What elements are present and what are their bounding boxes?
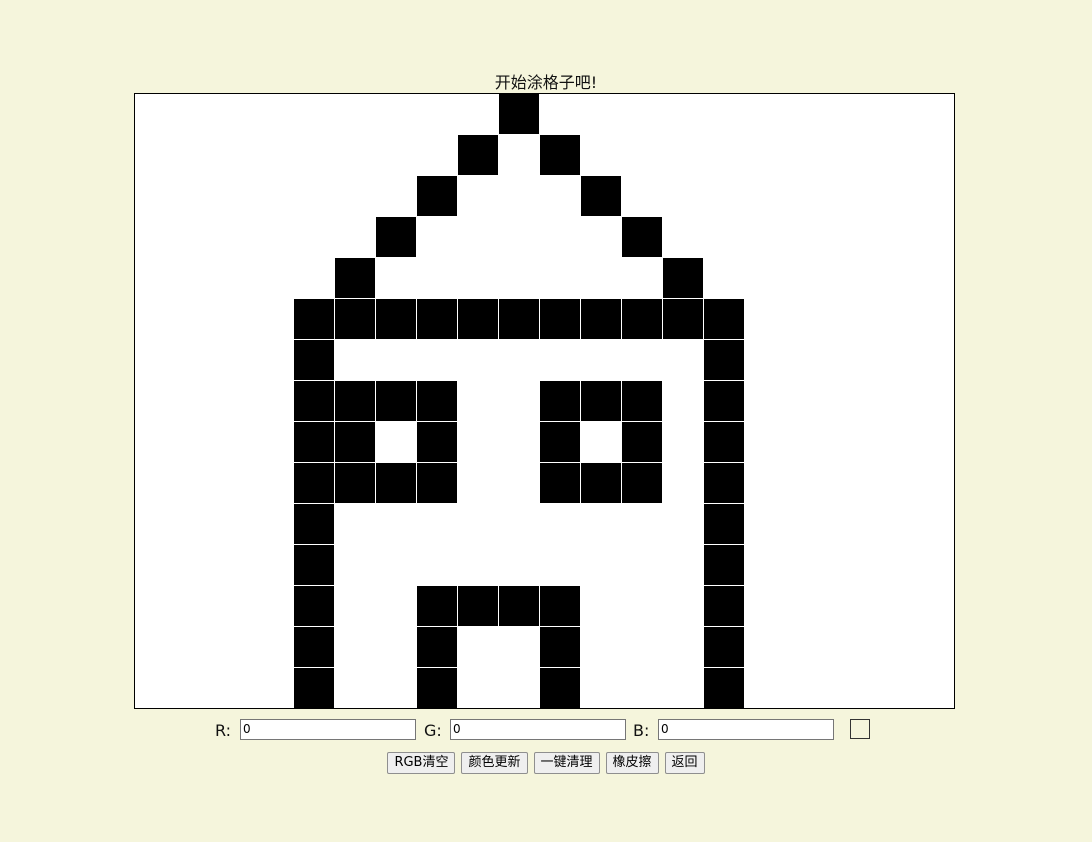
- grid-cell[interactable]: [540, 463, 580, 503]
- grid-cell[interactable]: [294, 627, 334, 667]
- grid-cell[interactable]: [622, 299, 662, 339]
- grid-cell[interactable]: [294, 422, 334, 462]
- grid-cell[interactable]: [622, 422, 662, 462]
- grid-cell[interactable]: [335, 463, 375, 503]
- g-label: G:: [424, 721, 442, 740]
- grid-cell[interactable]: [704, 299, 744, 339]
- grid-cell[interactable]: [663, 258, 703, 298]
- grid-cell[interactable]: [417, 299, 457, 339]
- grid-cell[interactable]: [581, 381, 621, 421]
- eraser-button[interactable]: 橡皮擦: [605, 752, 659, 774]
- grid-cell[interactable]: [540, 381, 580, 421]
- grid-cell[interactable]: [622, 217, 662, 257]
- grid-cell[interactable]: [294, 381, 334, 421]
- grid-cell[interactable]: [581, 299, 621, 339]
- grid-cell[interactable]: [294, 545, 334, 585]
- r-input[interactable]: [240, 719, 416, 740]
- color-update-button[interactable]: 颜色更新: [461, 752, 528, 774]
- grid-cell[interactable]: [540, 422, 580, 462]
- grid-cell[interactable]: [581, 176, 621, 216]
- grid-cell[interactable]: [417, 381, 457, 421]
- grid-cell[interactable]: [704, 586, 744, 626]
- grid-cell[interactable]: [622, 463, 662, 503]
- pixel-canvas[interactable]: [134, 93, 955, 709]
- grid-cell[interactable]: [376, 299, 416, 339]
- grid-cell[interactable]: [540, 586, 580, 626]
- grid-cell[interactable]: [540, 668, 580, 708]
- grid-cell[interactable]: [499, 299, 539, 339]
- r-label: R:: [215, 721, 232, 740]
- grid-cell[interactable]: [417, 176, 457, 216]
- grid-cell[interactable]: [704, 627, 744, 667]
- b-input[interactable]: [658, 719, 834, 740]
- grid-cell[interactable]: [417, 422, 457, 462]
- grid-cell[interactable]: [499, 94, 539, 134]
- grid-cell[interactable]: [294, 586, 334, 626]
- grid-cell[interactable]: [294, 668, 334, 708]
- b-label: B:: [633, 721, 650, 740]
- grid-cell[interactable]: [499, 586, 539, 626]
- grid-cell[interactable]: [540, 135, 580, 175]
- grid-cell[interactable]: [376, 381, 416, 421]
- grid-cell[interactable]: [294, 463, 334, 503]
- grid-cell[interactable]: [622, 381, 662, 421]
- grid-cell[interactable]: [704, 504, 744, 544]
- grid-cell[interactable]: [704, 340, 744, 380]
- grid-cell[interactable]: [704, 545, 744, 585]
- grid-cell[interactable]: [458, 586, 498, 626]
- grid-cell[interactable]: [663, 299, 703, 339]
- grid-cell[interactable]: [417, 463, 457, 503]
- grid-cell[interactable]: [540, 627, 580, 667]
- grid-cell[interactable]: [294, 340, 334, 380]
- page-title: 开始涂格子吧!: [494, 73, 598, 92]
- grid-cell[interactable]: [540, 299, 580, 339]
- grid-cell[interactable]: [335, 422, 375, 462]
- grid-cell[interactable]: [294, 299, 334, 339]
- grid-cell[interactable]: [458, 299, 498, 339]
- grid-cell[interactable]: [417, 627, 457, 667]
- grid-cell[interactable]: [294, 504, 334, 544]
- grid-cell[interactable]: [704, 381, 744, 421]
- grid-cell[interactable]: [581, 463, 621, 503]
- clear-all-button[interactable]: 一键清理: [533, 752, 600, 774]
- grid-cell[interactable]: [704, 668, 744, 708]
- grid-cell[interactable]: [458, 135, 498, 175]
- grid-cell[interactable]: [704, 463, 744, 503]
- back-button[interactable]: 返回: [664, 752, 705, 774]
- grid-cell[interactable]: [376, 463, 416, 503]
- grid-cell[interactable]: [335, 258, 375, 298]
- rgb-clear-button[interactable]: RGB清空: [387, 752, 456, 774]
- grid-cell[interactable]: [335, 381, 375, 421]
- grid-cell[interactable]: [376, 217, 416, 257]
- grid-cell[interactable]: [417, 586, 457, 626]
- g-input[interactable]: [450, 719, 626, 740]
- button-row: RGB清空 颜色更新 一键清理 橡皮擦 返回: [0, 752, 1092, 774]
- rgb-controls: R: G: B:: [0, 719, 1092, 743]
- color-preview-swatch: [850, 719, 870, 739]
- grid-cell[interactable]: [417, 668, 457, 708]
- grid-cell[interactable]: [335, 299, 375, 339]
- grid-cell[interactable]: [704, 422, 744, 462]
